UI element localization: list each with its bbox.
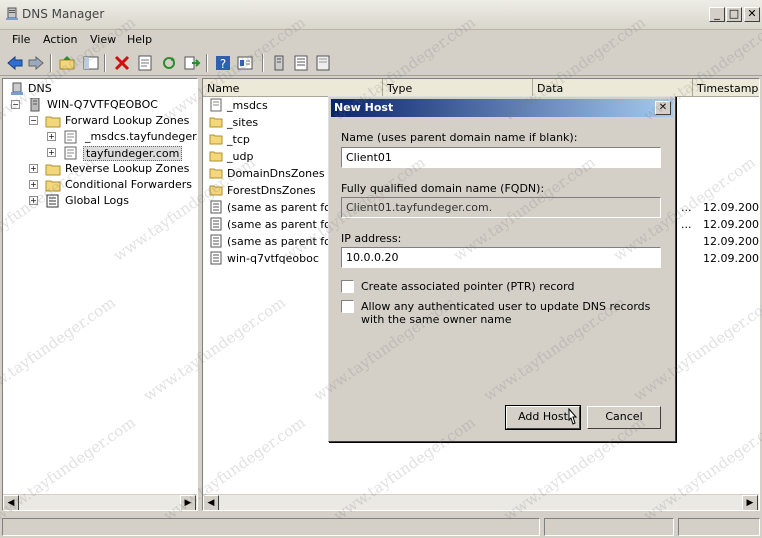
filter-icon[interactable] [314, 54, 332, 72]
back-icon[interactable] [6, 54, 24, 72]
minimize-button[interactable]: _ [709, 7, 725, 22]
record-icon [210, 200, 222, 214]
list-horizontal-scrollbar[interactable]: ◀ ▶ [203, 494, 759, 510]
status-panel [678, 518, 760, 536]
record-icon [210, 217, 222, 231]
scroll-right-icon[interactable]: ▶ [180, 495, 196, 510]
zone-icon [64, 146, 77, 160]
expand-icon[interactable]: + [29, 196, 38, 205]
up-folder-icon[interactable] [58, 54, 76, 72]
ip-address-input[interactable] [341, 247, 661, 268]
properties-icon[interactable] [136, 54, 154, 72]
collapse-icon[interactable]: − [29, 116, 38, 125]
scroll-left-icon[interactable]: ◀ [3, 495, 19, 510]
scroll-left-icon[interactable]: ◀ [203, 495, 219, 510]
console-icon[interactable] [236, 54, 254, 72]
folder-icon [209, 117, 223, 128]
dialog-close-button[interactable]: ✕ [655, 101, 671, 115]
expand-icon[interactable]: + [47, 132, 56, 141]
log-icon [46, 194, 59, 208]
column-header-name[interactable]: Name [203, 79, 383, 97]
dns-app-icon [6, 7, 18, 20]
list-view-icon[interactable] [292, 54, 310, 72]
folder-icon [209, 134, 223, 145]
menu-bar: File Action View Help [0, 30, 762, 50]
expand-icon[interactable]: + [47, 148, 56, 157]
export-list-icon[interactable] [183, 54, 201, 72]
column-header-data[interactable]: Data [533, 79, 693, 97]
collapse-icon[interactable]: − [11, 100, 20, 109]
new-host-dialog: New Host ✕ Name (uses parent domain name… [328, 96, 676, 442]
folder-icon [209, 168, 223, 179]
expand-icon[interactable]: + [29, 180, 38, 189]
toolbar-separator [50, 54, 52, 72]
fqdn-label: Fully qualified domain name (FQDN): [341, 182, 545, 195]
menu-view[interactable]: View [88, 32, 118, 47]
status-panel [544, 518, 674, 536]
folder-icon [45, 180, 61, 192]
folder-icon [45, 164, 61, 176]
record-icon [210, 251, 222, 265]
folder-icon [209, 185, 223, 196]
toolbar-separator [104, 54, 106, 72]
show-hide-tree-icon[interactable] [82, 54, 100, 72]
column-header-timestamp[interactable]: Timestamp [693, 79, 759, 97]
column-header-type[interactable]: Type [383, 79, 533, 97]
toolbar-separator [262, 54, 264, 72]
menu-help[interactable]: Help [125, 32, 154, 47]
dialog-title-bar: New Host ✕ [331, 99, 673, 117]
record-icon [210, 234, 222, 248]
create-ptr-label: Create associated pointer (PTR) record [361, 280, 575, 293]
expand-icon[interactable]: + [29, 164, 38, 173]
status-bar [0, 514, 762, 538]
help-icon[interactable]: ? [214, 54, 232, 72]
zone-icon [210, 98, 222, 112]
host-name-input[interactable] [341, 147, 661, 168]
name-label: Name (uses parent domain name if blank): [341, 131, 578, 144]
status-panel [2, 518, 540, 536]
svg-text:?: ? [220, 57, 226, 71]
refresh-icon[interactable] [160, 54, 178, 72]
dialog-title: New Host [334, 101, 394, 114]
window-title: DNS Manager [22, 7, 105, 21]
zone-icon [64, 130, 77, 144]
allow-authenticated-update-checkbox[interactable] [341, 300, 354, 313]
ip-address-label: IP address: [341, 232, 402, 245]
cancel-button[interactable]: Cancel [587, 406, 661, 429]
close-button[interactable]: ✕ [744, 7, 760, 22]
toolbar: ? [0, 50, 762, 76]
dns-manager-window: DNS Manager _ □ ✕ File Action View Help … [0, 0, 762, 538]
folder-icon [45, 116, 61, 128]
scroll-right-icon[interactable]: ▶ [742, 495, 758, 510]
toolbar-separator [206, 54, 208, 72]
tree-pane[interactable]: DNS − WIN-Q7VTFQEOBOC − Forward Lookup Z… [2, 78, 198, 511]
tree-horizontal-scrollbar[interactable]: ◀ ▶ [3, 494, 197, 510]
server-icon [30, 98, 40, 112]
allow-authenticated-update-label: Allow any authenticated user to update D… [361, 300, 651, 326]
menu-action[interactable]: Action [41, 32, 79, 47]
maximize-button[interactable]: □ [726, 7, 742, 22]
menu-file[interactable]: File [10, 32, 32, 47]
dns-icon [11, 82, 23, 95]
mouse-pointer-icon [568, 408, 578, 425]
update-server-icon[interactable] [270, 54, 288, 72]
create-ptr-checkbox[interactable] [341, 280, 354, 293]
title-bar: DNS Manager _ □ ✕ [0, 0, 762, 30]
folder-icon [209, 151, 223, 162]
forward-icon[interactable] [27, 54, 45, 72]
fqdn-field [341, 197, 661, 218]
delete-icon[interactable] [113, 54, 131, 72]
